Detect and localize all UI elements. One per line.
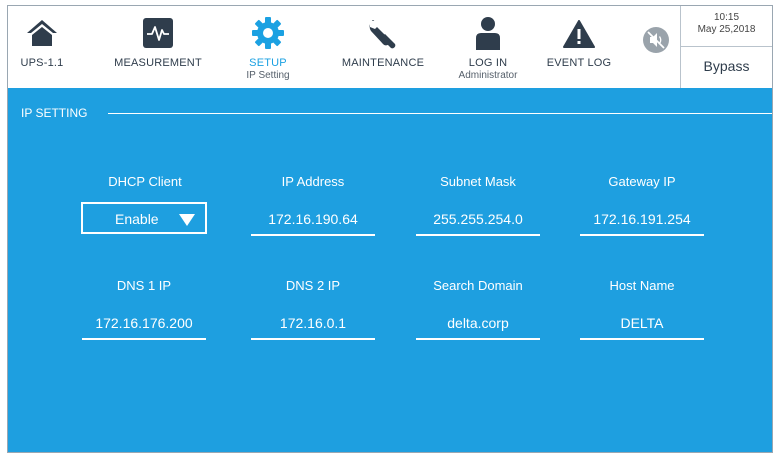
subnet-mask-underline [416, 234, 540, 236]
subnet-mask-label: Subnet Mask [440, 174, 516, 189]
dns2-ip-underline [251, 338, 375, 340]
status-divider [681, 46, 772, 47]
measurement-icon [143, 18, 173, 53]
dns1-ip-value: 172.16.176.200 [95, 315, 193, 331]
section-title: IP SETTING [21, 106, 88, 120]
ip-address-underline [251, 234, 375, 236]
gateway-ip-field[interactable]: Gateway IP 172.16.191.254 [578, 174, 706, 236]
nav-item-login[interactable]: LOG IN Administrator [448, 6, 528, 88]
wrench-icon [367, 18, 399, 55]
warning-icon [563, 20, 595, 53]
mute-button[interactable] [636, 6, 676, 88]
clock-time: 10:15 [713, 12, 740, 23]
host-name-value: DELTA [620, 315, 664, 331]
mute-icon [642, 26, 670, 59]
home-icon [25, 18, 59, 53]
ip-setting-panel: IP SETTING DHCP Client Enable IP Address… [8, 88, 772, 452]
top-navigation: UPS-1.1 MEASUREMENT SETUP IP Setting MAI… [8, 6, 772, 88]
dns1-ip-label: DNS 1 IP [116, 278, 172, 293]
dns1-ip-field[interactable]: DNS 1 IP 172.16.176.200 [80, 278, 208, 340]
host-name-underline [580, 338, 704, 340]
search-domain-underline [416, 338, 540, 340]
subnet-mask-value: 255.255.254.0 [433, 211, 523, 227]
nav-label-maintenance: MAINTENANCE [341, 57, 425, 69]
app-window: UPS-1.1 MEASUREMENT SETUP IP Setting MAI… [7, 5, 773, 453]
clock-date: May 25,2018 [697, 24, 756, 35]
subnet-mask-field[interactable]: Subnet Mask 255.255.254.0 [414, 174, 542, 236]
nav-label-event-log: EVENT LOG [546, 57, 612, 69]
nav-item-ups[interactable]: UPS-1.1 [8, 6, 76, 88]
nav-label-setup: SETUP [249, 57, 287, 69]
dns2-ip-value: 172.16.0.1 [279, 315, 347, 331]
search-domain-label: Search Domain [433, 278, 523, 293]
dhcp-client-select[interactable]: Enable [81, 202, 207, 234]
nav-sublabel-login: Administrator [458, 70, 518, 81]
gateway-ip-label: Gateway IP [608, 174, 676, 189]
dhcp-client-field: DHCP Client [81, 174, 209, 190]
gateway-ip-underline [580, 234, 704, 236]
search-domain-field[interactable]: Search Domain delta.corp [414, 278, 542, 340]
dns2-ip-field[interactable]: DNS 2 IP 172.16.0.1 [249, 278, 377, 340]
nav-item-maintenance[interactable]: MAINTENANCE [338, 6, 428, 88]
nav-item-setup[interactable]: SETUP IP Setting [230, 6, 306, 88]
ip-address-label: IP Address [281, 174, 345, 189]
ip-address-value: 172.16.190.64 [268, 211, 358, 227]
nav-item-event-log[interactable]: EVENT LOG [544, 6, 614, 88]
search-domain-value: delta.corp [447, 315, 509, 331]
ups-mode: Bypass [703, 58, 750, 74]
nav-label-ups: UPS-1.1 [20, 57, 64, 69]
host-name-label: Host Name [609, 278, 675, 293]
nav-label-login: LOG IN [468, 57, 508, 69]
user-icon [475, 16, 501, 55]
ip-address-field[interactable]: IP Address 172.16.190.64 [249, 174, 377, 236]
status-box: 10:15 May 25,2018 Bypass [680, 6, 772, 88]
nav-sublabel-setup: IP Setting [246, 70, 290, 81]
nav-label-measurement: MEASUREMENT [114, 57, 202, 69]
dns1-ip-underline [82, 338, 206, 340]
host-name-field[interactable]: Host Name DELTA [578, 278, 706, 340]
dropdown-arrow-icon [179, 214, 195, 226]
dhcp-client-value: Enable [115, 211, 159, 227]
dhcp-client-label: DHCP Client [108, 174, 182, 189]
section-divider [108, 113, 772, 114]
nav-item-measurement[interactable]: MEASUREMENT [106, 6, 210, 88]
dns2-ip-label: DNS 2 IP [285, 278, 341, 293]
gear-icon [251, 16, 285, 55]
gateway-ip-value: 172.16.191.254 [593, 211, 691, 227]
